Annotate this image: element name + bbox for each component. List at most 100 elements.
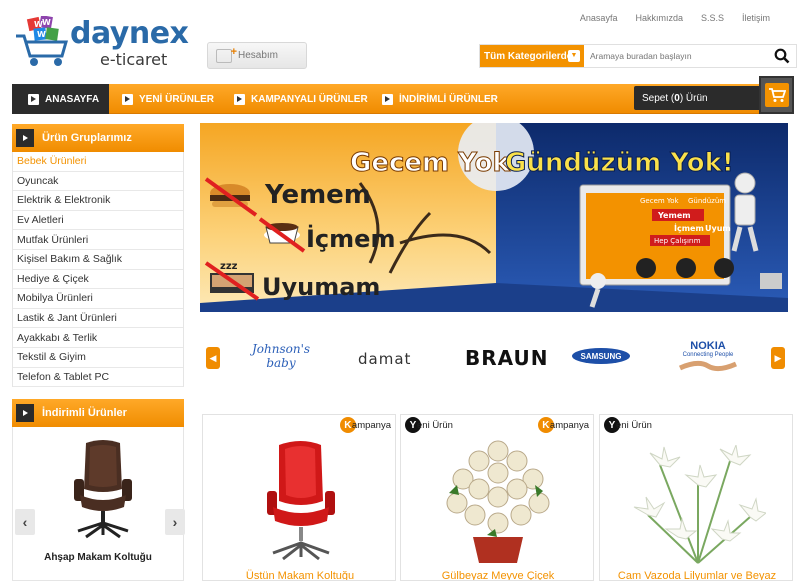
top-links: Anasayfa Hakkımızda S.S.S İletişim: [580, 13, 770, 23]
product-name[interactable]: Cam Vazoda Lilyumlar ve Beyaz: [600, 570, 792, 580]
screen-text2: Gündüzüm: [688, 197, 726, 205]
logo-subtitle: e-ticaret: [100, 50, 168, 69]
brand-johnson[interactable]: Johnson's baby: [248, 342, 314, 370]
banner-headline-right: Gündüzüm Yok!: [505, 148, 734, 178]
product-card[interactable]: Y eni Ürün K ampanya Gülbeyaz Meyve Çiçe…: [400, 414, 594, 581]
discounted-product-name[interactable]: Ahşap Makam Koltuğu: [13, 552, 183, 563]
category-item[interactable]: Mobilya Ürünleri: [13, 289, 183, 309]
category-item[interactable]: Ayakkabı & Terlik: [13, 328, 183, 348]
category-item[interactable]: Bebek Ürünleri: [13, 152, 183, 172]
chevron-left-icon: ‹: [22, 514, 28, 530]
logo-name: daynex: [70, 16, 189, 51]
cart-prefix: Sepet (: [642, 92, 675, 104]
category-list: Bebek Ürünleri Oyuncak Elektrik & Elektr…: [12, 152, 184, 388]
banner-headline-left: Gecem Yok: [350, 148, 510, 178]
brand-braun[interactable]: BRAUN: [465, 346, 549, 370]
red-chair-image: [267, 441, 335, 561]
chevron-right-icon: ›: [172, 514, 178, 530]
discounted-carousel: ‹ › Ahşap Makam Koltuğu: [12, 427, 185, 581]
brand-johnson-top: Johnson's: [251, 342, 311, 356]
brand-carousel: ◀ ▶ Johnson's baby damat BRAUN SAMSUNG N…: [200, 330, 788, 386]
badge-text: ampanya: [351, 419, 391, 431]
campaign-badge: K ampanya: [537, 415, 589, 435]
nav-home-label: ANASAYFA: [45, 93, 100, 105]
banner-line-yemem: Yemem: [264, 180, 371, 210]
chevron-down-icon: ▼: [568, 50, 580, 62]
handshake-icon: [678, 360, 738, 372]
promo-banner[interactable]: Gecem Yok Gündüzüm Yok! Yemem İçmem zzz …: [200, 123, 788, 312]
nav-new-products[interactable]: YENİ ÜRÜNLER: [122, 84, 214, 114]
category-item[interactable]: Lastik & Jant Ürünleri: [13, 309, 183, 329]
play-icon: [16, 129, 34, 147]
play-icon: [16, 404, 34, 422]
category-item[interactable]: Kişisel Bakım & Sağlık: [13, 250, 183, 270]
banner-line-icmem: İçmem: [306, 224, 395, 253]
discounted-header: İndirimli Ürünler: [12, 399, 184, 427]
product-name[interactable]: Üstün Makam Koltuğu: [203, 570, 395, 580]
campaign-badge: K ampanya: [339, 415, 391, 435]
office-chair-image[interactable]: [68, 439, 138, 541]
fruit-bouquet-image: [446, 440, 550, 563]
category-item[interactable]: Ev Aletleri: [13, 211, 183, 231]
brand-nokia[interactable]: NOKIA Connecting People: [678, 340, 738, 379]
top-link-about[interactable]: Hakkımızda: [635, 13, 683, 23]
site-logo[interactable]: W W W daynex e-ticaret: [14, 12, 189, 70]
account-button[interactable]: Hesabım: [207, 42, 307, 69]
category-item[interactable]: Tekstil & Giyim: [13, 348, 183, 368]
search-bar: Tüm Kategorilerde ▼: [479, 44, 797, 68]
badge-text: eni Ürün: [616, 419, 652, 431]
carousel-next-button[interactable]: ›: [165, 509, 185, 535]
category-item[interactable]: Elektrik & Elektronik: [13, 191, 183, 211]
carousel-prev-button[interactable]: ‹: [15, 509, 35, 535]
brand-samsung[interactable]: SAMSUNG: [572, 348, 630, 364]
category-item[interactable]: Telefon & Tablet PC: [13, 368, 183, 388]
brand-johnson-bottom: baby: [266, 356, 296, 370]
category-item[interactable]: Hediye & Çiçek: [13, 270, 183, 290]
main-nav: ANASAYFA YENİ ÜRÜNLER KAMPANYALI ÜRÜNLER…: [12, 76, 794, 114]
cart-button[interactable]: [759, 76, 794, 114]
category-dropdown-label: Tüm Kategorilerde: [484, 50, 573, 62]
account-label: Hesabım: [238, 50, 279, 61]
top-link-home[interactable]: Anasayfa: [580, 13, 618, 23]
category-dropdown[interactable]: Tüm Kategorilerde ▼: [480, 45, 584, 67]
product-name[interactable]: Gülbeyaz Meyve Çiçek: [401, 570, 593, 580]
top-link-contact[interactable]: İletişim: [742, 13, 770, 23]
top-link-faq[interactable]: S.S.S: [701, 13, 724, 23]
add-user-icon: [216, 46, 237, 63]
brands-next-button[interactable]: ▶: [771, 347, 785, 369]
product-card[interactable]: K ampanya Üstün Makam Koltuğu: [202, 414, 396, 581]
nav-home[interactable]: ANASAYFA: [12, 84, 109, 114]
nav-discount-label: İNDİRİMLİ ÜRÜNLER: [399, 93, 498, 105]
search-input[interactable]: [590, 47, 770, 65]
badge-text: ampanya: [549, 419, 589, 431]
brands-prev-button[interactable]: ◀: [206, 347, 220, 369]
new-badge: Y eni Ürün: [604, 415, 652, 435]
banner-line-uyumam: Uyumam: [262, 273, 380, 301]
arrow-right-icon: ▶: [774, 352, 782, 363]
cart-summary[interactable]: Sepet (0) Ürün: [634, 86, 762, 110]
brand-nokia-top: NOKIA: [690, 340, 726, 352]
banner-sleep-text: zzz: [220, 261, 238, 272]
svg-text:W: W: [42, 18, 51, 27]
new-badge: Y eni Ürün: [405, 415, 453, 435]
nav-campaign-label: KAMPANYALI ÜRÜNLER: [251, 93, 368, 105]
categories-header: Ürün Gruplarımız: [12, 124, 184, 152]
nav-discount-products[interactable]: İNDİRİMLİ ÜRÜNLER: [382, 84, 498, 114]
play-icon: [234, 93, 245, 105]
play-icon: [28, 93, 39, 105]
play-icon: [122, 93, 133, 105]
nav-campaign-products[interactable]: KAMPANYALI ÜRÜNLER: [234, 84, 368, 114]
discounted-title: İndirimli Ürünler: [42, 407, 127, 419]
brand-damat[interactable]: damat: [358, 350, 411, 368]
category-item[interactable]: Oyuncak: [13, 172, 183, 192]
search-icon[interactable]: [774, 48, 790, 64]
nav-new-label: YENİ ÜRÜNLER: [139, 93, 215, 105]
product-card[interactable]: Y eni Ürün Cam Vazoda Lilyumlar ve Beyaz: [599, 414, 793, 581]
cart-suffix: ) Ürün: [679, 92, 708, 104]
screen-hep: Hep Çalışırım: [654, 237, 701, 245]
screen-uyum: Uyum: [705, 224, 731, 233]
category-item[interactable]: Mutfak Ürünleri: [13, 230, 183, 250]
screen-text1: Gecem Yok: [640, 197, 680, 205]
svg-text:W: W: [37, 30, 46, 39]
banner-image: Gecem Yok Gündüzüm Yok! Yemem İçmem zzz …: [200, 123, 788, 312]
